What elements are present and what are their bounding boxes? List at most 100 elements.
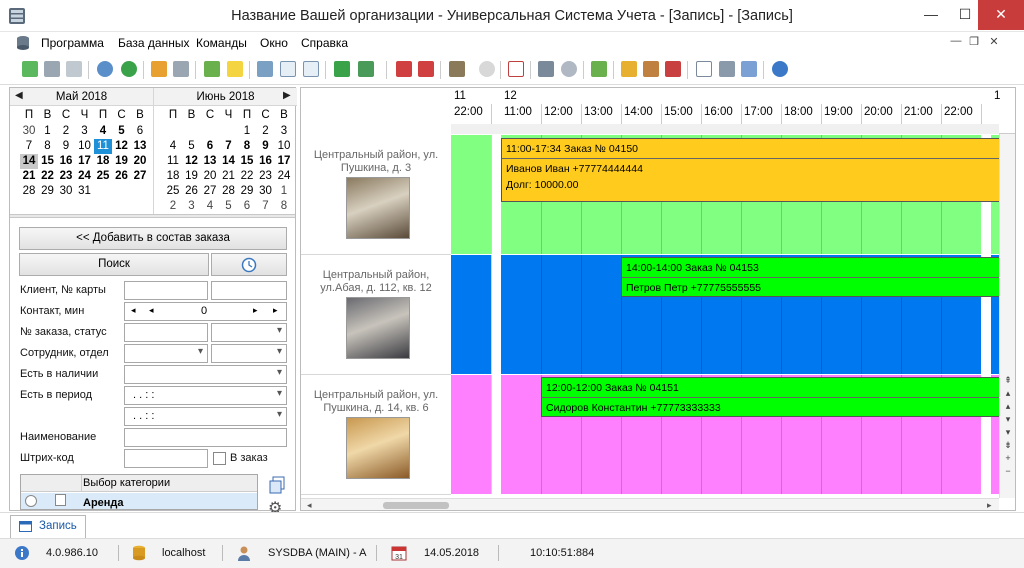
window-settings-icon[interactable] [418, 61, 434, 77]
plugin-icon[interactable] [665, 61, 681, 77]
calendar-day[interactable]: 20 [131, 154, 149, 169]
search-icon[interactable] [97, 61, 113, 77]
calendar-day[interactable]: 15 [39, 154, 57, 169]
horizontal-scroll-thumb[interactable] [383, 502, 449, 509]
calendar-day[interactable]: 22 [238, 169, 256, 184]
booking-event[interactable]: 12:00-12:00 Заказ № 04151 Сидоров Констан… [541, 377, 999, 417]
maximize-button[interactable]: ☐ [948, 0, 982, 30]
tab-record[interactable]: Запись [10, 515, 86, 538]
filter-icon[interactable] [151, 61, 167, 77]
calendar-day[interactable]: 11 [164, 154, 182, 169]
property-timeline-lane[interactable]: 14:00-14:00 Заказ № 04153 Петров Петр +77… [451, 255, 999, 374]
calendar-day[interactable]: 30 [57, 184, 75, 199]
tools-icon[interactable] [538, 61, 554, 77]
property-timeline-lane[interactable]: 11:00-17:34 Заказ № 04150 Иванов Иван +77… [451, 135, 999, 254]
calendar-day[interactable]: 27 [131, 169, 149, 184]
calendar-day[interactable]: 17 [76, 154, 94, 169]
category-first-row[interactable]: Аренда [83, 497, 124, 509]
calendar-day[interactable]: 23 [257, 169, 275, 184]
vertical-scrollbar[interactable]: ⇞ ▴ ▴ ▾ ▾ ⇟ + − [999, 134, 1015, 498]
calendar-day[interactable]: 8 [275, 199, 293, 214]
minimize-button[interactable]: — [914, 0, 948, 30]
category-row-checkbox[interactable] [55, 494, 66, 506]
order-number-input[interactable] [124, 323, 208, 342]
horizontal-scrollbar[interactable]: ◂ ▸ [301, 498, 999, 510]
calendar-day[interactable]: 4 [201, 199, 219, 214]
collapse-up-icon[interactable] [303, 61, 319, 77]
calendar-day[interactable]: 3 [183, 199, 201, 214]
mdi-minimize-button[interactable]: — [948, 35, 964, 47]
calendar-day[interactable]: 14 [220, 154, 238, 169]
calendar-day[interactable]: 20 [201, 169, 219, 184]
calendar-day[interactable]: 6 [131, 124, 149, 139]
lock-icon[interactable] [621, 61, 637, 77]
calendar-day[interactable]: 13 [201, 154, 219, 169]
contact-minutes-stepper[interactable]: ◂ ◂ 0 ▸ ▸ [124, 302, 287, 321]
calendar-day[interactable]: 11 [94, 139, 112, 154]
collapse-down-icon[interactable] [280, 61, 296, 77]
import-icon[interactable] [449, 61, 465, 77]
calendar-day[interactable]: 17 [275, 154, 293, 169]
group-icon[interactable] [257, 61, 273, 77]
calendar-day[interactable]: 10 [76, 139, 94, 154]
period-to-input[interactable]: . . : : [124, 407, 287, 426]
calendar-day[interactable]: 9 [257, 139, 275, 154]
refresh-icon[interactable] [121, 61, 137, 77]
add-to-order-button[interactable]: << Добавить в состав заказа [19, 227, 287, 250]
expand-icon[interactable] [25, 495, 37, 507]
property-row-header[interactable]: Центральный район, ул. Пушкина, д. 14, к… [301, 375, 451, 495]
calendar-day[interactable]: 26 [183, 184, 201, 199]
close-button[interactable]: ✕ [978, 0, 1024, 30]
disabled-icon[interactable] [479, 61, 495, 77]
calendar-day[interactable]: 30 [257, 184, 275, 199]
calendar-day[interactable]: 12 [183, 154, 201, 169]
users-icon[interactable] [643, 61, 659, 77]
clock-button[interactable] [211, 253, 287, 276]
copy-layout-icon[interactable] [268, 476, 286, 494]
new-window-icon[interactable] [396, 61, 412, 77]
calendar-day[interactable]: 8 [238, 139, 256, 154]
calendar-prev-icon[interactable]: ◀ [15, 90, 23, 101]
calendar-day[interactable]: 16 [57, 154, 75, 169]
calendar-day[interactable]: 1 [238, 124, 256, 139]
calendar-day[interactable]: 30 [20, 124, 38, 139]
mdi-restore-button[interactable]: ❐ [966, 35, 982, 48]
calendar-day[interactable]: 18 [164, 169, 182, 184]
settings-icon[interactable] [561, 61, 577, 77]
calendar-day[interactable]: 28 [20, 184, 38, 199]
calendar-day[interactable]: 16 [257, 154, 275, 169]
menu-commands[interactable]: Команды [196, 33, 247, 53]
calendar-day[interactable]: 2 [257, 124, 275, 139]
department-select[interactable] [211, 344, 287, 363]
category-grid[interactable]: Выбор категории Аренда [20, 474, 258, 510]
calendar-day[interactable]: 25 [94, 169, 112, 184]
calendar-day[interactable]: 21 [20, 169, 38, 184]
menu-window[interactable]: Окно [260, 33, 288, 53]
property-timeline-lane[interactable]: 12:00-12:00 Заказ № 04151 Сидоров Констан… [451, 375, 999, 494]
calendar-day[interactable]: 7 [220, 139, 238, 154]
calendar-day[interactable]: 3 [76, 124, 94, 139]
calendar-grid-may[interactable]: П В С Ч П С В 30 1 2 3 4 5 6 7 8 9 10 11 12 13 14 15 16 17 18 19 20… [20, 108, 150, 197]
property-row-header[interactable]: Центральный район, ул.Абая, д. 112, кв. … [301, 255, 451, 375]
order-status-select[interactable] [211, 323, 287, 342]
booking-event[interactable]: 11:00-17:34 Заказ № 04150 Иванов Иван +77… [501, 138, 999, 202]
import-excel-icon[interactable] [358, 61, 374, 77]
employee-select[interactable] [124, 344, 208, 363]
card-number-input[interactable] [211, 281, 287, 300]
calendar-day[interactable]: 7 [257, 199, 275, 214]
calendar-day[interactable]: 21 [220, 169, 238, 184]
calendar-day[interactable]: 5 [113, 124, 131, 139]
calendar-day[interactable]: 29 [238, 184, 256, 199]
booking-event[interactable]: 14:00-14:00 Заказ № 04153 Петров Петр +77… [621, 257, 999, 297]
calendar-day[interactable]: 7 [20, 139, 38, 154]
new-record-icon[interactable] [22, 61, 38, 77]
calendar-day[interactable]: 28 [220, 184, 238, 199]
available-select[interactable] [124, 365, 287, 384]
calendar-day[interactable]: 4 [164, 139, 182, 154]
calendar-day[interactable]: 24 [76, 169, 94, 184]
calendar-day[interactable]: 6 [238, 199, 256, 214]
print-icon[interactable] [719, 61, 735, 77]
calendar-day[interactable]: 14 [20, 154, 38, 169]
calendar-day[interactable]: 13 [131, 139, 149, 154]
info-icon[interactable] [772, 61, 788, 77]
